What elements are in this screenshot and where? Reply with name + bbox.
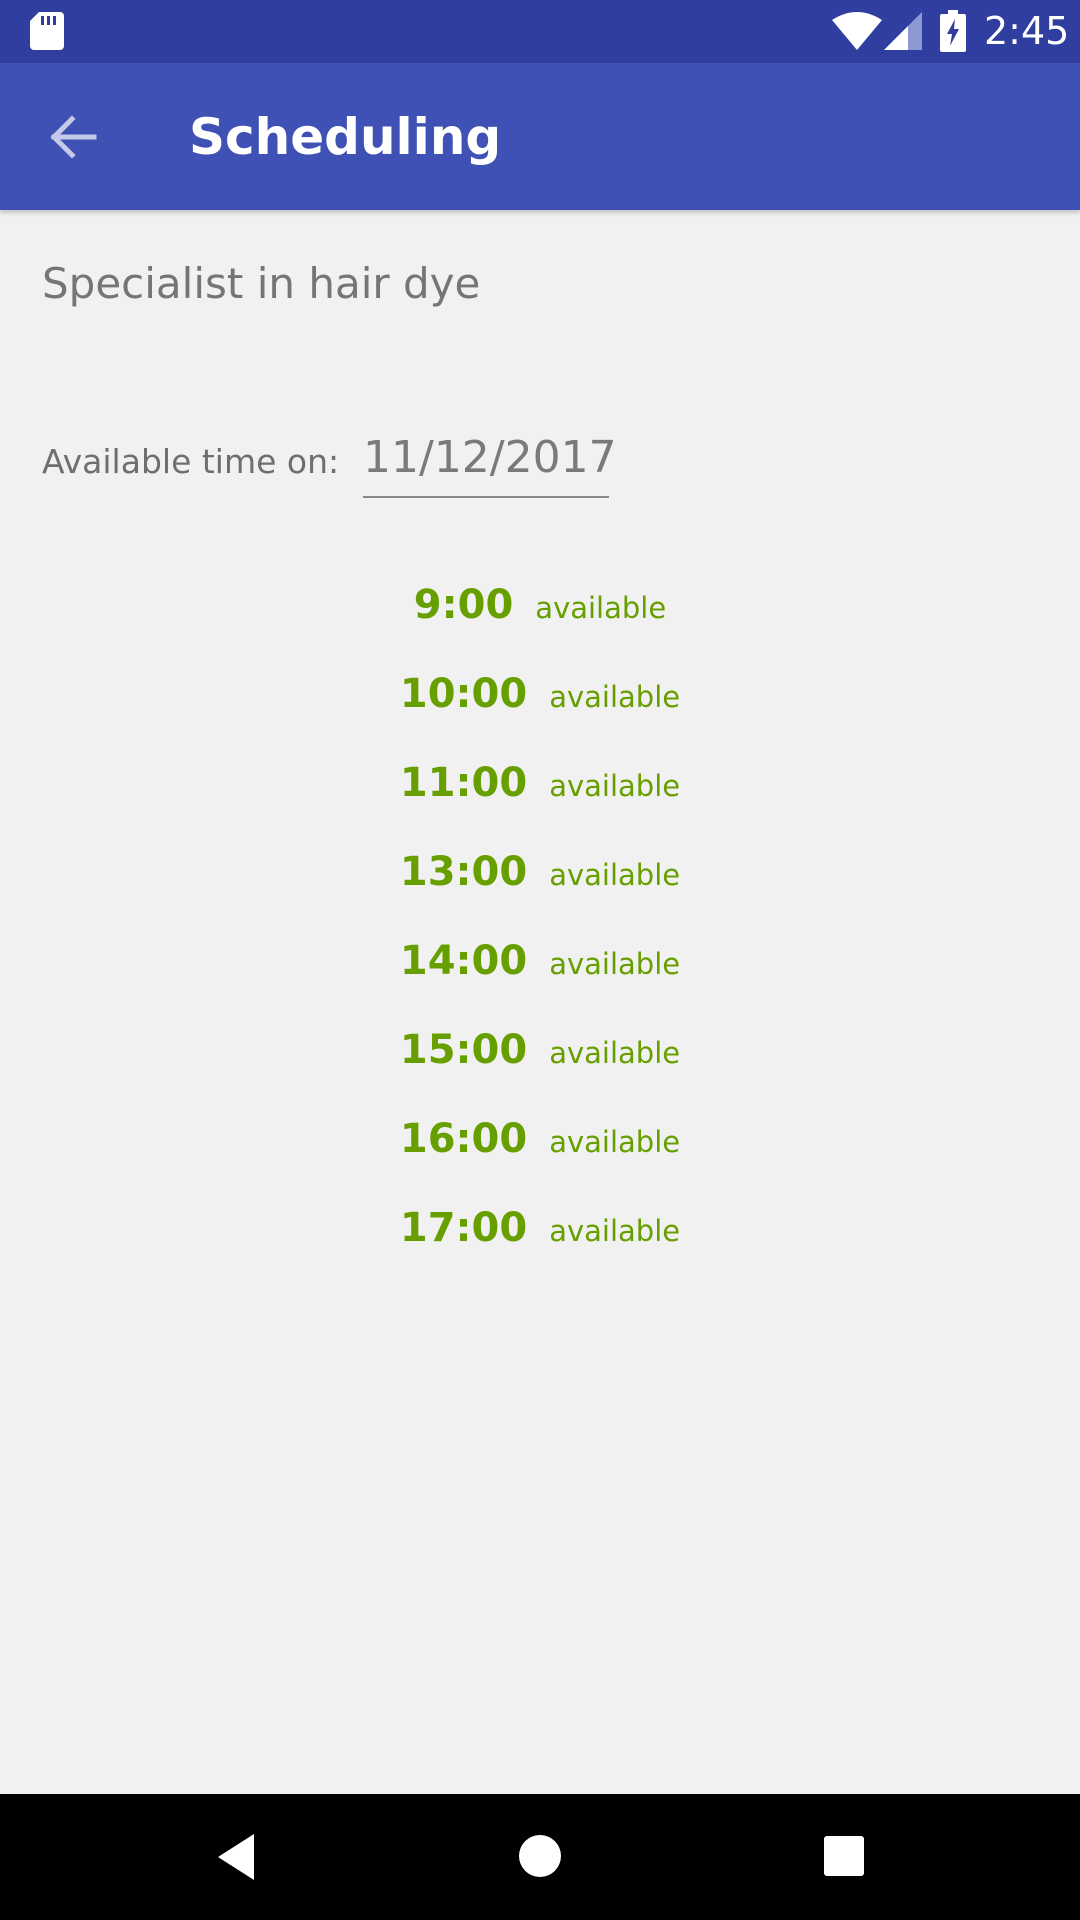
slot-status: available: [549, 947, 681, 981]
slot-time: 11:00: [399, 760, 528, 806]
slot-time: 16:00: [399, 1116, 528, 1162]
slot-time: 15:00: [399, 1027, 528, 1073]
status-clock: 2:45: [984, 9, 1070, 53]
slot-time: 14:00: [399, 938, 528, 984]
time-slot[interactable]: 16:00 available: [0, 1106, 1080, 1195]
slot-status: available: [549, 1036, 681, 1070]
date-label: Available time on:: [42, 442, 340, 481]
slot-status: available: [535, 591, 667, 625]
time-slot[interactable]: 17:00 available: [0, 1195, 1080, 1284]
status-bar: 2:45: [0, 0, 1080, 63]
cell-signal-icon: [884, 12, 922, 50]
specialist-title: Specialist in hair dye: [42, 259, 481, 308]
time-slot[interactable]: 11:00 available: [0, 750, 1080, 839]
navigation-bar: [0, 1794, 1080, 1920]
sd-card-icon: [30, 12, 64, 50]
time-slot[interactable]: 13:00 available: [0, 839, 1080, 928]
time-slot[interactable]: 9:00 available: [0, 572, 1080, 661]
slot-status: available: [549, 1214, 681, 1248]
slot-status: available: [549, 1125, 681, 1159]
time-slot[interactable]: 15:00 available: [0, 1017, 1080, 1106]
slot-time: 17:00: [399, 1205, 528, 1251]
arrow-back-icon[interactable]: [40, 107, 106, 167]
slot-time: 13:00: [399, 849, 528, 895]
time-slot-list: 9:00 available 10:00 available 11:00 ava…: [0, 572, 1080, 1284]
nav-recents-icon[interactable]: [824, 1836, 864, 1876]
date-field[interactable]: 11/12/2017: [363, 428, 617, 498]
slot-time: 10:00: [399, 671, 528, 717]
time-slot[interactable]: 14:00 available: [0, 928, 1080, 1017]
battery-charging-icon: [940, 10, 966, 52]
time-slot[interactable]: 10:00 available: [0, 661, 1080, 750]
nav-home-icon[interactable]: [518, 1834, 562, 1878]
slot-time: 9:00: [413, 582, 514, 628]
slot-status: available: [549, 858, 681, 892]
nav-back-icon[interactable]: [214, 1832, 258, 1882]
page-title: Scheduling: [189, 108, 502, 166]
date-value: 11/12/2017: [363, 432, 617, 483]
slot-status: available: [549, 769, 681, 803]
slot-status: available: [549, 680, 681, 714]
wifi-icon: [832, 12, 882, 50]
app-bar: Scheduling: [0, 63, 1080, 210]
